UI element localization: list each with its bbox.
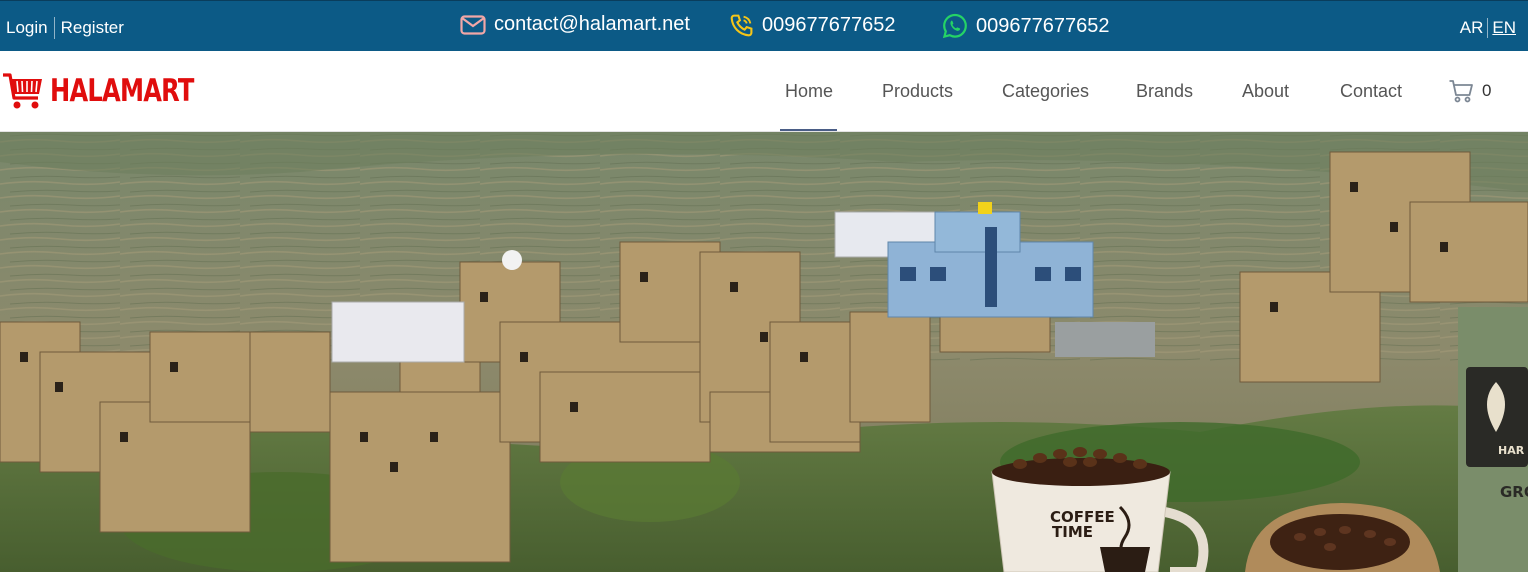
nav-products[interactable]: Products — [882, 81, 953, 102]
lang-en-link[interactable]: EN — [1492, 18, 1516, 38]
hero-image: COFFEE TIME HAR GRO — [0, 132, 1528, 572]
contact-whatsapp[interactable]: 009677677652 — [942, 13, 1109, 39]
cart-count: 0 — [1482, 81, 1492, 100]
logo[interactable]: HALAMART — [2, 71, 234, 111]
whatsapp-icon — [942, 13, 967, 39]
coffee-package-graphic: HAR GRO — [1458, 307, 1528, 572]
nav-contact[interactable]: Contact — [1340, 81, 1402, 102]
mail-icon — [460, 14, 486, 35]
package-text-brand: HAR — [1498, 444, 1525, 457]
lang-divider — [1487, 18, 1489, 38]
logo-text: HALAMART — [50, 73, 194, 109]
auth-divider — [53, 17, 55, 39]
auth-links: Login Register — [6, 17, 124, 39]
login-link[interactable]: Login — [6, 18, 48, 38]
nav-brands[interactable]: Brands — [1136, 81, 1193, 102]
active-nav-indicator — [780, 129, 837, 131]
shopping-cart-icon — [3, 73, 42, 109]
nav-categories[interactable]: Categories — [1002, 81, 1089, 102]
lang-ar-link[interactable]: AR — [1460, 18, 1484, 38]
register-link[interactable]: Register — [61, 18, 124, 38]
whatsapp-text: 009677677652 — [976, 14, 1110, 37]
cart-icon — [1449, 80, 1473, 103]
phone-text: 009677677652 — [762, 14, 896, 36]
cup-text-time: TIME — [1052, 523, 1093, 541]
top-bar: Login Register contact@halamart.net 0096… — [0, 0, 1528, 51]
email-text: contact@halamart.net — [494, 13, 690, 35]
contact-phone[interactable]: 009677677652 — [729, 13, 895, 38]
hero-banner: COFFEE TIME HAR GRO — [0, 132, 1528, 572]
phone-icon — [730, 14, 753, 37]
nav-home[interactable]: Home — [785, 81, 833, 102]
language-switcher: AR EN — [1460, 18, 1516, 38]
contact-email[interactable]: contact@halamart.net — [460, 13, 690, 36]
cart-button[interactable]: 0 — [1448, 78, 1491, 104]
main-navbar: HALAMART Home Products Categories Brands… — [0, 51, 1528, 132]
nav-about[interactable]: About — [1242, 81, 1289, 102]
package-text-product: GRO — [1500, 483, 1528, 501]
